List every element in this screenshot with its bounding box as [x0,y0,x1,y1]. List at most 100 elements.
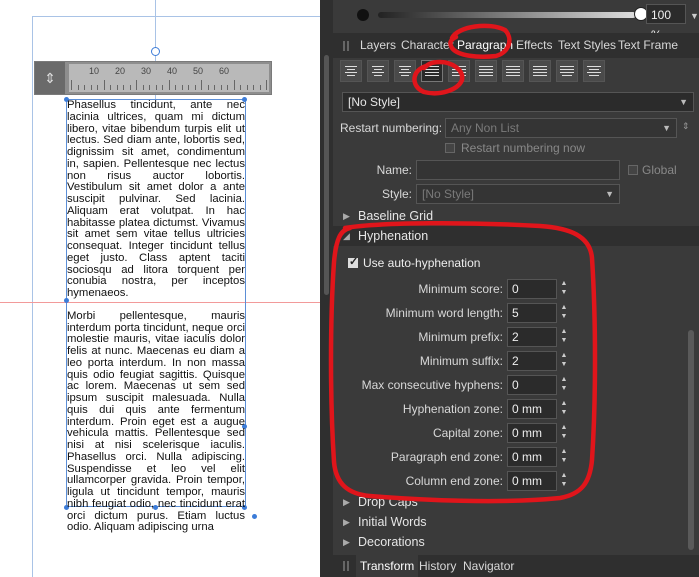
chevron-down-icon: ◢ [343,231,350,241]
grip-icon[interactable] [343,41,349,51]
ruler-tick [227,85,228,90]
ruler-tick [103,80,105,90]
ruler-label: 20 [115,66,126,76]
hyphenation-field-input[interactable]: 2 [507,351,557,371]
stepper-icon[interactable]: ⇕ [682,121,690,132]
global-label: Global [642,163,677,177]
panel-scrollbar-left[interactable] [324,55,329,295]
hyphenation-field-input[interactable]: 0 mm [507,399,557,419]
align-icon-icon[interactable] [583,60,605,82]
chevron-right-icon: ▶ [343,211,350,221]
name-field[interactable] [416,160,620,180]
hyphenation-field-input[interactable]: 2 [507,327,557,347]
section-drop-caps[interactable]: ▶ Drop Caps [333,492,699,512]
tab-text-styles[interactable]: Text Styles [558,33,616,58]
style-select[interactable]: [No Style] ▼ [416,184,620,204]
ruler-tick [90,85,92,90]
ruler-tick [162,85,163,90]
section-title: Drop Caps [358,495,418,509]
ruler-label: 30 [141,66,152,76]
restart-numbering-select[interactable]: Any Non List ▼ [445,118,677,138]
align-left-icon[interactable] [340,60,362,82]
hyphenation-field-input[interactable]: 0 [507,279,557,299]
ruler-tick [149,85,150,90]
ruler-scale[interactable]: 10 20 30 40 50 60 [69,64,269,92]
section-initial-words[interactable]: ▶ Initial Words [333,512,699,532]
hyphenation-field-input[interactable]: 0 [507,375,557,395]
justify-all-icon[interactable] [502,60,524,82]
ruler-tick [97,85,98,90]
body-text[interactable]: Phasellus tincidunt, ante nec lacinia ul… [67,99,245,545]
hyphenation-field-input[interactable]: 5 [507,303,557,323]
frame-link-handle[interactable] [252,514,257,519]
ruler-tick [71,80,72,90]
tab-character[interactable]: Character [401,33,454,58]
tab-history[interactable]: History [419,555,456,577]
hyphenation-field-input[interactable]: 0 mm [507,471,557,491]
ruler-tick [214,85,215,90]
ruler-tick [220,85,222,90]
hyphenation-field-label: Capital zone: [432,426,503,440]
ruler-tick [259,85,261,90]
chevron-right-icon: ▶ [343,497,350,507]
paragraph-style-select[interactable]: [No Style] ▼ [342,92,694,112]
align-right-icon[interactable] [394,60,416,82]
stepper-icon[interactable]: ▲ ▼ [559,351,569,371]
section-decorations[interactable]: ▶ Decorations [333,532,699,552]
tab-navigator[interactable]: Navigator [463,555,514,577]
align-away-from-spine-icon[interactable] [556,60,578,82]
restart-numbering-now-checkbox[interactable] [445,143,455,153]
section-baseline-grid[interactable]: ▶ Baseline Grid [333,206,699,226]
justify-right-icon[interactable] [475,60,497,82]
ruler-tick [129,85,131,90]
auto-hyphenation-checkbox[interactable] [348,255,358,268]
style-label: Style: [381,187,412,201]
tab-paragraph[interactable]: Paragraph [457,33,513,58]
document-canvas[interactable]: ⇕ 10 20 30 40 50 60 Phasellus tincidunt, ante… [0,0,320,577]
stepper-icon[interactable]: ▲ ▼ [559,303,569,323]
hyphenation-field-label: Minimum prefix: [418,330,503,344]
chevron-down-icon[interactable]: ▼ [690,11,699,21]
ruler-tick [188,85,189,90]
hyphenation-field-input[interactable]: 0 mm [507,447,557,467]
section-title: Hyphenation [358,229,429,243]
hyphenation-field-label: Minimum word length: [385,306,503,320]
opacity-slider[interactable] [378,12,636,18]
stepper-icon[interactable]: ▲ ▼ [559,375,569,395]
ruler-tick [181,85,183,90]
hyphenation-field-label: Minimum score: [418,282,503,296]
tab-text-frame[interactable]: Text Frame [618,33,678,58]
rotation-handle[interactable] [151,47,160,56]
tab-effects[interactable]: Effects [516,33,552,58]
text-frame-ruler[interactable]: ⇕ 10 20 30 40 50 60 [34,61,272,95]
stepper-icon[interactable]: ▲ ▼ [559,399,569,419]
alignment-toolbar [340,58,699,86]
justify-center-icon[interactable] [448,60,470,82]
stepper-icon[interactable]: ▲ ▼ [559,423,569,443]
ruler-tick [77,85,79,90]
grip-icon[interactable] [343,561,349,571]
hyphenation-field-input[interactable]: 0 mm [507,423,557,443]
stepper-icon[interactable]: ▲ ▼ [559,447,569,467]
align-center-icon[interactable] [367,60,389,82]
tab-layers[interactable]: Layers [360,33,396,58]
justify-left-icon[interactable] [421,60,443,82]
align-towards-spine-icon[interactable] [529,60,551,82]
opacity-value[interactable]: 100 % [646,4,686,42]
hyphenation-field-label: Max consecutive hyphens: [361,378,503,392]
restart-numbering-value: Any Non List [451,121,520,135]
stepper-icon[interactable]: ▲ ▼ [559,327,569,347]
color-swatch-icon[interactable] [357,9,369,21]
ruler-drag-handle-icon[interactable]: ⇕ [35,62,65,94]
section-hyphenation[interactable]: ◢ Hyphenation [333,226,699,246]
paragraph[interactable]: Morbi pellentesque, mauris interdum port… [67,310,245,534]
global-checkbox[interactable] [628,165,638,175]
hyphenation-field-label: Hyphenation zone: [402,402,503,416]
hyphenation-field-label: Paragraph end zone: [390,450,503,464]
paragraph[interactable]: Phasellus tincidunt, ante nec lacinia ul… [67,99,245,300]
tab-transform[interactable]: Transform [356,555,419,577]
stepper-icon[interactable]: ▲ ▼ [559,471,569,491]
ruler-label: 10 [89,66,100,76]
stepper-icon[interactable]: ▲ ▼ [559,279,569,299]
ruler-label: 60 [219,66,230,76]
